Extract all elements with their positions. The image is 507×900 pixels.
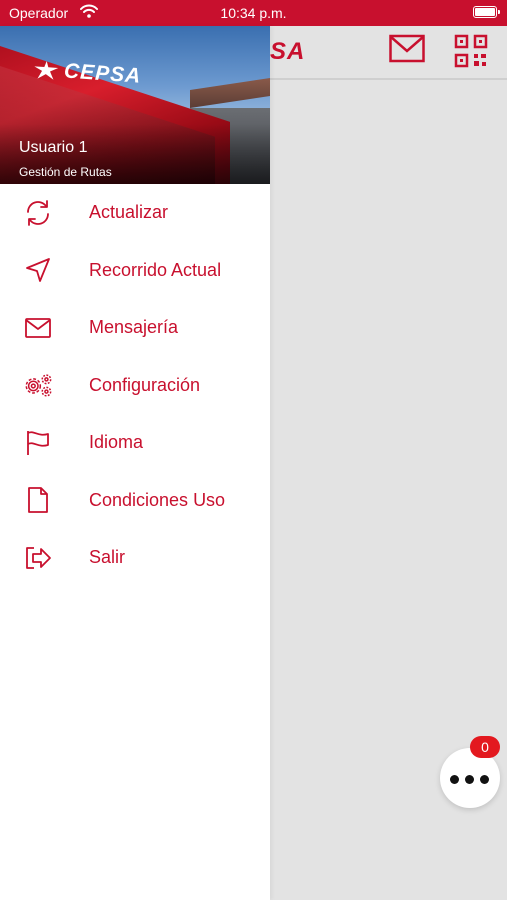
logout-icon — [23, 543, 53, 573]
gears-icon — [23, 370, 53, 400]
menu-item-label: Salir — [89, 547, 126, 568]
navigation-arrow-icon — [23, 255, 53, 285]
flag-icon — [23, 428, 53, 458]
refresh-icon — [23, 198, 53, 228]
drawer-menu: Actualizar Recorrido Actual Mensajería C… — [0, 184, 270, 587]
cepsa-logo-mark — [34, 61, 59, 80]
menu-item-label: Idioma — [89, 432, 144, 453]
more-dot — [465, 775, 474, 784]
menu-item-condiciones-uso[interactable]: Condiciones Uso — [0, 472, 270, 530]
user-role: Gestión de Rutas — [19, 165, 112, 179]
mail-icon — [23, 313, 53, 343]
menu-item-configuracion[interactable]: Configuración — [0, 357, 270, 415]
menu-item-mensajeria[interactable]: Mensajería — [0, 299, 270, 357]
navigation-drawer: CEPSA Usuario 1 Gestión de Rutas Actuali… — [0, 26, 270, 900]
menu-item-label: Recorrido Actual — [89, 259, 222, 280]
battery-icon — [473, 6, 500, 18]
notification-badge: 0 — [470, 736, 500, 758]
menu-item-recorrido-actual[interactable]: Recorrido Actual — [0, 242, 270, 300]
menu-item-actualizar[interactable]: Actualizar — [0, 184, 270, 242]
status-bar: Operador 10:34 p.m. — [0, 0, 507, 26]
menu-item-idioma[interactable]: Idioma — [0, 414, 270, 472]
menu-item-label: Mensajería — [89, 317, 179, 338]
more-dots-icon — [450, 775, 459, 784]
clock: 10:34 p.m. — [220, 5, 287, 21]
hero-canopy — [190, 78, 270, 108]
mail-icon[interactable] — [389, 34, 425, 68]
more-dot — [480, 775, 489, 784]
user-name: Usuario 1 — [19, 139, 88, 156]
menu-item-label: Actualizar — [89, 202, 169, 223]
header-logo: SA — [270, 38, 306, 65]
drawer-header-image: CEPSA Usuario 1 Gestión de Rutas — [0, 26, 270, 184]
menu-item-label: Configuración — [89, 374, 201, 395]
document-icon — [23, 485, 53, 515]
menu-item-label: Condiciones Uso — [89, 489, 226, 510]
menu-item-salir[interactable]: Salir — [0, 529, 270, 587]
qr-code-icon[interactable] — [454, 34, 490, 68]
